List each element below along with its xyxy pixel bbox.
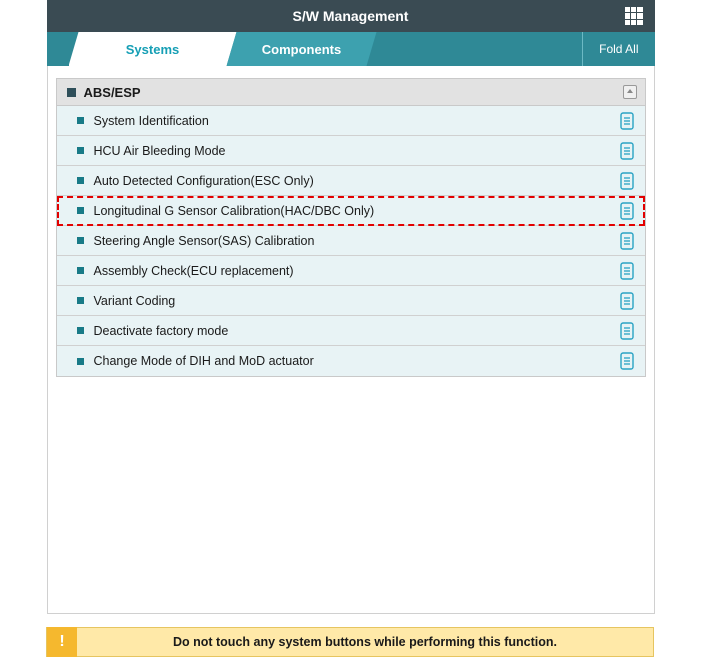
section-header[interactable]: ABS/ESP <box>56 78 646 106</box>
fold-all-button[interactable]: Fold All <box>582 32 654 66</box>
document-icon[interactable] <box>619 262 635 280</box>
list-item[interactable]: Longitudinal G Sensor Calibration(HAC/DB… <box>57 196 645 226</box>
item-bullet-icon <box>77 147 84 154</box>
list-item[interactable]: Variant Coding <box>57 286 645 316</box>
item-bullet-icon <box>77 297 84 304</box>
item-label: Deactivate factory mode <box>94 324 229 338</box>
item-bullet-icon <box>77 237 84 244</box>
page-title: S/W Management <box>293 8 409 24</box>
item-label: HCU Air Bleeding Mode <box>94 144 226 158</box>
procedure-list: System Identification HCU Air Bleeding Mo… <box>56 106 646 377</box>
list-item[interactable]: HCU Air Bleeding Mode <box>57 136 645 166</box>
item-label: Steering Angle Sensor(SAS) Calibration <box>94 234 315 248</box>
document-icon[interactable] <box>619 142 635 160</box>
item-label: Longitudinal G Sensor Calibration(HAC/DB… <box>94 204 375 218</box>
document-icon[interactable] <box>619 202 635 220</box>
list-item[interactable]: Change Mode of DIH and MoD actuator <box>57 346 645 376</box>
item-bullet-icon <box>77 177 84 184</box>
tab-label: Systems <box>126 42 179 57</box>
tab-components[interactable]: Components <box>227 32 377 66</box>
tab-systems[interactable]: Systems <box>69 32 237 66</box>
item-bullet-icon <box>77 207 84 214</box>
item-label: Auto Detected Configuration(ESC Only) <box>94 174 314 188</box>
item-bullet-icon <box>77 117 84 124</box>
fold-all-label: Fold All <box>599 42 638 56</box>
document-icon[interactable] <box>619 232 635 250</box>
item-label: Change Mode of DIH and MoD actuator <box>94 354 314 368</box>
header-bar: S/W Management <box>47 0 655 32</box>
list-item[interactable]: System Identification <box>57 106 645 136</box>
tab-label: Components <box>262 42 341 57</box>
document-icon[interactable] <box>619 172 635 190</box>
warning-bar: ! Do not touch any system buttons while … <box>46 627 654 657</box>
apps-grid-icon[interactable] <box>625 7 643 25</box>
item-bullet-icon <box>77 358 84 365</box>
item-label: System Identification <box>94 114 209 128</box>
list-item[interactable]: Steering Angle Sensor(SAS) Calibration <box>57 226 645 256</box>
list-item[interactable]: Auto Detected Configuration(ESC Only) <box>57 166 645 196</box>
tabs-bar: Systems Components Fold All <box>47 32 655 66</box>
item-label: Variant Coding <box>94 294 176 308</box>
list-item[interactable]: Assembly Check(ECU replacement) <box>57 256 645 286</box>
warning-icon: ! <box>47 627 77 657</box>
document-icon[interactable] <box>619 322 635 340</box>
section-bullet-icon <box>67 88 76 97</box>
document-icon[interactable] <box>619 352 635 370</box>
content-area: ABS/ESP System Identification HCU Air Ble… <box>47 66 655 614</box>
section-title: ABS/ESP <box>84 85 141 100</box>
warning-text: Do not touch any system buttons while pe… <box>77 635 653 649</box>
list-item[interactable]: Deactivate factory mode <box>57 316 645 346</box>
item-bullet-icon <box>77 327 84 334</box>
collapse-icon[interactable] <box>623 85 637 99</box>
document-icon[interactable] <box>619 112 635 130</box>
item-label: Assembly Check(ECU replacement) <box>94 264 294 278</box>
item-bullet-icon <box>77 267 84 274</box>
document-icon[interactable] <box>619 292 635 310</box>
